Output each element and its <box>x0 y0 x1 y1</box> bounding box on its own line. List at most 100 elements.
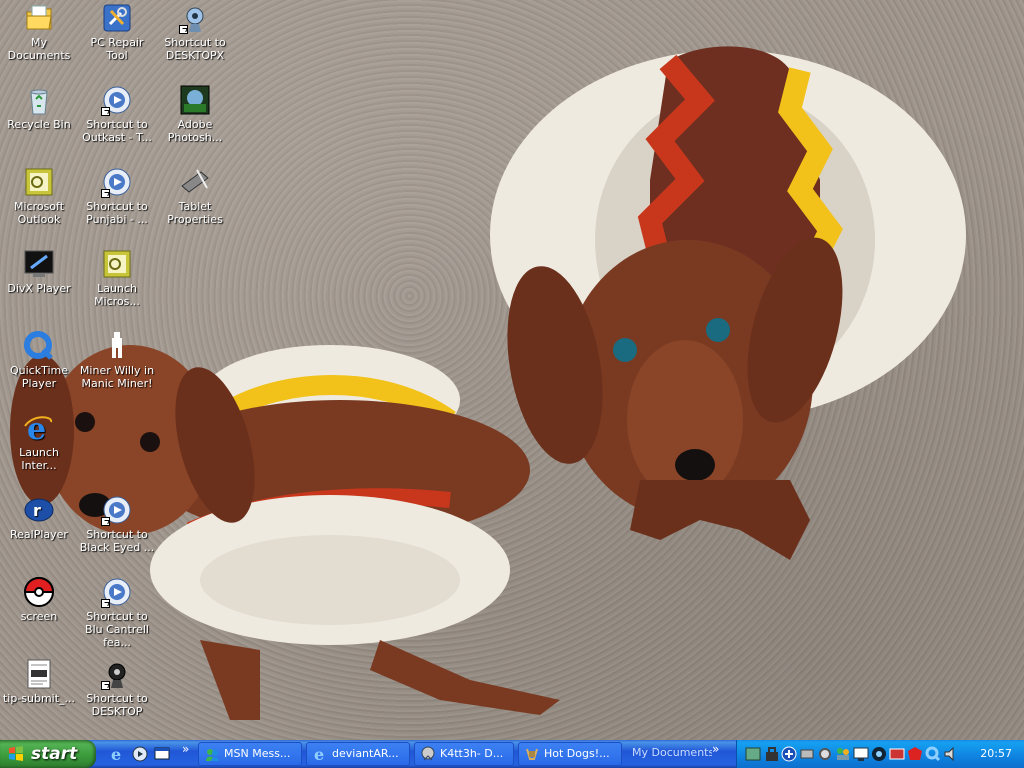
outlook-icon <box>101 248 133 280</box>
tablet-properties-icon <box>179 166 211 198</box>
tray-antivirus-icon[interactable] <box>907 746 923 762</box>
taskbar-item-k4tt3h[interactable]: K4tt3h- D... <box>414 742 514 766</box>
desktop-icon-label: Shortcut to DESKTOP <box>86 692 148 718</box>
desktop-icon-recycle-bin[interactable]: Recycle Bin <box>0 84 78 131</box>
shortcut-arrow-icon <box>101 599 110 608</box>
tray-gear-icon[interactable] <box>817 746 833 762</box>
media-shortcut-icon <box>101 576 133 608</box>
realplayer-icon: r <box>23 494 55 526</box>
svg-text:e: e <box>314 746 324 762</box>
toolbar-chevron-icon[interactable]: » <box>712 742 719 756</box>
desktop-icon-label: DivX Player <box>7 282 71 295</box>
media-shortcut-icon <box>101 84 133 116</box>
task-label: deviantAR... <box>332 747 399 760</box>
quicktime-icon <box>23 330 55 362</box>
svg-text:r: r <box>33 501 41 520</box>
start-label: start <box>31 744 78 764</box>
tray-media-icon[interactable] <box>871 746 887 762</box>
task-label: K4tt3h- D... <box>440 747 504 760</box>
desktop-icon-label: Shortcut to Blu Cantrell fea... <box>85 610 149 649</box>
tray-network-icon[interactable] <box>799 746 815 762</box>
desktop-icon-realplayer[interactable]: r RealPlayer <box>0 494 78 541</box>
desktop-icon-shortcut-desktopx[interactable]: Shortcut to DESKTOPX <box>156 2 234 62</box>
my-documents-icon <box>23 2 55 34</box>
system-tray: 20:57 <box>736 740 1024 768</box>
tray-add-icon[interactable] <box>781 746 797 762</box>
toolbar-label: My Documents <box>632 746 712 759</box>
desktop-icon-shortcut-black-eyed[interactable]: Shortcut to Black Eyed ... <box>78 494 156 554</box>
taskbar: start e » MSN Mess... e deviantAR... K4t… <box>0 740 1024 768</box>
tray-display-icon[interactable] <box>889 746 905 762</box>
desktop-icon-microsoft-outlook[interactable]: Microsoft Outlook <box>0 166 78 226</box>
manic-miner-icon <box>101 330 133 362</box>
desktop-icon-tablet-properties[interactable]: Tablet Properties <box>156 166 234 226</box>
desktop-icon-label: Launch Inter... <box>19 446 59 472</box>
shortcut-arrow-icon <box>101 107 110 116</box>
desktop-icon-label: Shortcut to Outkast - T... <box>82 118 152 144</box>
tray-monitor-icon[interactable] <box>853 746 869 762</box>
desktop-icon-shortcut-outkast[interactable]: Shortcut to Outkast - T... <box>78 84 156 144</box>
outlook-icon <box>23 166 55 198</box>
shortcut-arrow-icon <box>101 681 110 690</box>
desktop-icon-label: QuickTime Player <box>9 364 69 390</box>
desktop-icon-label: PC Repair Tool <box>90 36 144 62</box>
quick-launch-chevron-icon[interactable]: » <box>182 742 189 756</box>
desktop-icon-shortcut-blu-cantrell[interactable]: Shortcut to Blu Cantrell fea... <box>78 576 156 649</box>
desktop-icon-miner-willy[interactable]: Miner Willy in Manic Miner! <box>78 330 156 390</box>
desktop-icon-label: tip-submit_... <box>2 692 76 705</box>
internet-explorer-icon[interactable]: e <box>110 746 126 762</box>
msn-icon <box>206 749 219 761</box>
desktop-icon-quicktime-player[interactable]: QuickTime Player <box>0 330 78 390</box>
taskbar-item-deviantart[interactable]: e deviantAR... <box>306 742 410 766</box>
media-player-icon[interactable] <box>132 746 148 762</box>
desktop-icon-pc-repair-tool[interactable]: PC Repair Tool <box>78 2 156 62</box>
text-file-icon <box>23 658 55 690</box>
desktop-icon-label: Launch Micros... <box>94 282 140 308</box>
taskbar-item-hot-dogs[interactable]: Hot Dogs!... <box>518 742 622 766</box>
adobe-photoshop-icon <box>179 84 211 116</box>
desktop-icon-label: Miner Willy in Manic Miner! <box>79 364 155 390</box>
desktop-icon-launch-microsoft[interactable]: Launch Micros... <box>78 248 156 308</box>
desktop-icon-label: RealPlayer <box>10 528 68 541</box>
desktop-icon-label: Shortcut to Black Eyed ... <box>79 528 155 554</box>
windows-logo-icon <box>9 746 23 761</box>
pc-repair-tool-icon <box>101 2 133 34</box>
desktop-icon-launch-internet-explorer[interactable]: e Launch Inter... <box>0 412 78 472</box>
divx-player-icon <box>23 248 55 280</box>
tray-people-icon[interactable] <box>835 746 851 762</box>
tray-app-icon[interactable] <box>745 746 761 762</box>
taskbar-item-msn[interactable]: MSN Mess... <box>198 742 302 766</box>
shortcut-arrow-icon <box>101 189 110 198</box>
media-shortcut-icon <box>101 166 133 198</box>
desktopx-shortcut-icon <box>179 2 211 34</box>
desktop-icon-my-documents[interactable]: My Documents <box>0 2 78 62</box>
ie-icon: e <box>314 746 324 762</box>
desktop-icon-label: Adobe Photosh... <box>167 118 223 144</box>
desktop-icon-shortcut-punjabi[interactable]: Shortcut to Punjabi - ... <box>78 166 156 226</box>
svg-text:e: e <box>111 746 121 762</box>
my-documents-toolbar[interactable]: My Documents <box>626 742 712 766</box>
clock[interactable]: 20:57 <box>980 740 1012 768</box>
show-desktop-icon[interactable] <box>154 746 170 762</box>
desktop-icon-label: Tablet Properties <box>167 200 223 226</box>
desktop-icon-shortcut-desktop[interactable]: Shortcut to DESKTOP <box>78 658 156 718</box>
desktop-icon-tip-submit[interactable]: tip-submit_... <box>0 658 78 705</box>
internet-explorer-icon: e <box>23 412 55 447</box>
desktop-icon-label: My Documents <box>7 36 71 62</box>
task-label: Hot Dogs!... <box>544 747 610 760</box>
desktop-icon-adobe-photoshop[interactable]: Adobe Photosh... <box>156 84 234 144</box>
shortcut-arrow-icon <box>101 517 110 526</box>
desktop-icon-label: Recycle Bin <box>7 118 71 131</box>
desktop-icon-screen[interactable]: screen <box>0 576 78 623</box>
pokeball-icon <box>23 576 55 608</box>
desktop-icon-divx-player[interactable]: DivX Player <box>0 248 78 295</box>
start-button[interactable]: start <box>0 740 96 768</box>
desktop-icon-label: Shortcut to DESKTOPX <box>164 36 226 62</box>
desktop-icon-label: screen <box>20 610 58 623</box>
tray-volume-icon[interactable] <box>943 746 959 762</box>
recycle-bin-icon <box>23 84 55 116</box>
tray-quicktime-icon[interactable] <box>925 746 941 762</box>
task-label: MSN Mess... <box>224 747 291 760</box>
tray-lock-icon[interactable] <box>764 746 780 762</box>
right-hotdog-dog <box>490 46 966 560</box>
